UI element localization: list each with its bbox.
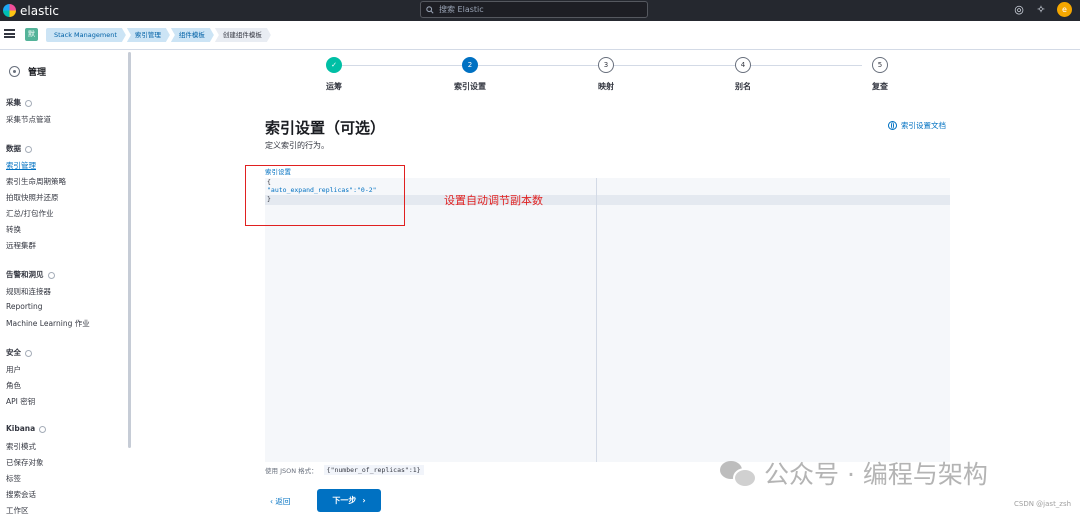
help-prefix: 使用 JSON 格式： bbox=[265, 467, 318, 475]
step-3-circle[interactable]: 3 bbox=[598, 57, 614, 73]
info-icon bbox=[25, 145, 32, 153]
step-4-circle[interactable]: 4 bbox=[735, 57, 751, 73]
info-icon bbox=[47, 271, 55, 279]
user-avatar[interactable]: e bbox=[1057, 2, 1072, 17]
page-title: 索引设置（可选） bbox=[265, 119, 386, 137]
info-icon bbox=[25, 99, 32, 107]
step-5-circle[interactable]: 5 bbox=[872, 57, 888, 73]
space-badge[interactable]: 默 bbox=[25, 28, 38, 41]
section-ingest: 采集 bbox=[6, 97, 32, 108]
wechat-icon bbox=[720, 459, 757, 488]
step-1-label[interactable]: 运筹 bbox=[304, 81, 364, 92]
brand-name: elastic bbox=[20, 3, 59, 18]
next-step-button[interactable]: 下一步 › bbox=[317, 489, 381, 512]
csdn-credit: CSDN @jast_zsh bbox=[1014, 500, 1072, 508]
sidebar-item-api-keys[interactable]: API 密钥 bbox=[6, 396, 35, 407]
doc-link-label: 索引设置文档 bbox=[901, 121, 946, 130]
sidebar-item-index-patterns[interactable]: 索引模式 bbox=[6, 441, 36, 452]
sidebar-item-index-management[interactable]: 索引管理 bbox=[6, 160, 36, 171]
top-header-bar: elastic 搜索 Elastic ◎ ✧ e bbox=[0, 0, 1080, 21]
step-2-circle[interactable]: 2 bbox=[462, 57, 478, 73]
news-feed-icon[interactable]: ✧ bbox=[1034, 3, 1048, 17]
help-example: {"number_of_replicas":1} bbox=[323, 465, 424, 475]
globe-icon bbox=[888, 121, 897, 130]
section-alerts-insights: 告警和洞见 bbox=[6, 269, 55, 280]
back-label: 返回 bbox=[275, 497, 291, 506]
sidebar-item-users[interactable]: 用户 bbox=[6, 364, 21, 375]
breadcrumb-index-management[interactable]: 索引管理 bbox=[127, 28, 170, 42]
page-description: 定义索引的行为。 bbox=[265, 141, 329, 150]
breadcrumb-component-templates[interactable]: 组件模板 bbox=[171, 28, 214, 42]
wechat-watermark: 公众号 · 编程与架构 bbox=[720, 455, 988, 491]
step-5-label[interactable]: 复查 bbox=[850, 81, 910, 92]
sidebar-header: 管理 bbox=[9, 65, 46, 78]
gear-icon bbox=[9, 66, 20, 77]
sidebar-item-transforms[interactable]: 转换 bbox=[6, 224, 21, 235]
step-1-check-icon[interactable]: ✓ bbox=[326, 57, 342, 73]
step-4-label[interactable]: 别名 bbox=[713, 81, 773, 92]
section-kibana: Kibana bbox=[6, 424, 47, 433]
sidebar-item-ml-jobs[interactable]: Machine Learning 作业 bbox=[6, 318, 90, 329]
json-format-help: 使用 JSON 格式： {"number_of_replicas":1} bbox=[265, 465, 424, 475]
sidebar-item-saved-objects[interactable]: 已保存对象 bbox=[6, 457, 44, 468]
section-security: 安全 bbox=[6, 347, 32, 358]
sidebar-item-reporting[interactable]: Reporting bbox=[6, 302, 42, 311]
sidebar-item-rules-connectors[interactable]: 规则和连接器 bbox=[6, 286, 51, 297]
search-icon bbox=[426, 5, 434, 14]
breadcrumb-create-component-template: 创建组件模板 bbox=[215, 28, 271, 42]
sidebar-item-roles[interactable]: 角色 bbox=[6, 380, 21, 391]
chevron-left-icon: ‹ bbox=[270, 497, 273, 506]
info-icon bbox=[39, 425, 47, 433]
info-icon bbox=[25, 349, 32, 357]
global-search-input[interactable]: 搜索 Elastic bbox=[420, 1, 648, 18]
sidebar-title: 管理 bbox=[28, 68, 47, 78]
index-settings-doc-link[interactable]: 索引设置文档 bbox=[888, 120, 946, 131]
sidebar-item-snapshot-restore[interactable]: 拍取快照并还原 bbox=[6, 192, 59, 203]
annotation-box bbox=[245, 165, 405, 226]
elastic-logo[interactable]: elastic bbox=[3, 2, 59, 19]
sidebar-item-ilm-policies[interactable]: 索引生命周期策略 bbox=[6, 176, 66, 187]
next-label: 下一步 bbox=[332, 496, 357, 505]
sidebar-item-workspaces[interactable]: 工作区 bbox=[6, 505, 29, 516]
section-data: 数据 bbox=[6, 143, 32, 154]
help-icon[interactable]: ◎ bbox=[1012, 3, 1026, 17]
step-2-label[interactable]: 索引设置 bbox=[440, 81, 500, 92]
editor-print-margin bbox=[596, 178, 597, 462]
sidebar-item-search-sessions[interactable]: 搜索会话 bbox=[6, 489, 36, 500]
breadcrumb-stack-management[interactable]: Stack Management bbox=[46, 28, 126, 42]
elastic-logo-icon bbox=[3, 4, 16, 17]
sidebar-item-remote-clusters[interactable]: 远程集群 bbox=[6, 240, 36, 251]
step-3-label[interactable]: 映射 bbox=[576, 81, 636, 92]
sidebar-item-ingest-pipelines[interactable]: 采集节点管道 bbox=[6, 114, 51, 125]
sidebar-item-tags[interactable]: 标签 bbox=[6, 473, 21, 484]
breadcrumb-bar: 默 Stack Management 索引管理 组件模板 创建组件模板 bbox=[0, 21, 1080, 50]
search-placeholder: 搜索 Elastic bbox=[439, 5, 484, 14]
menu-icon[interactable] bbox=[4, 29, 15, 38]
breadcrumb: Stack Management 索引管理 组件模板 创建组件模板 bbox=[46, 28, 272, 42]
chevron-right-icon: › bbox=[362, 496, 366, 505]
back-button[interactable]: ‹ 返回 bbox=[270, 496, 290, 507]
watermark-text: 公众号 · 编程与架构 bbox=[764, 460, 988, 489]
annotation-text: 设置自动调节副本数 bbox=[444, 194, 543, 207]
sidebar-item-rollup-jobs[interactable]: 汇总/打包作业 bbox=[6, 208, 54, 219]
